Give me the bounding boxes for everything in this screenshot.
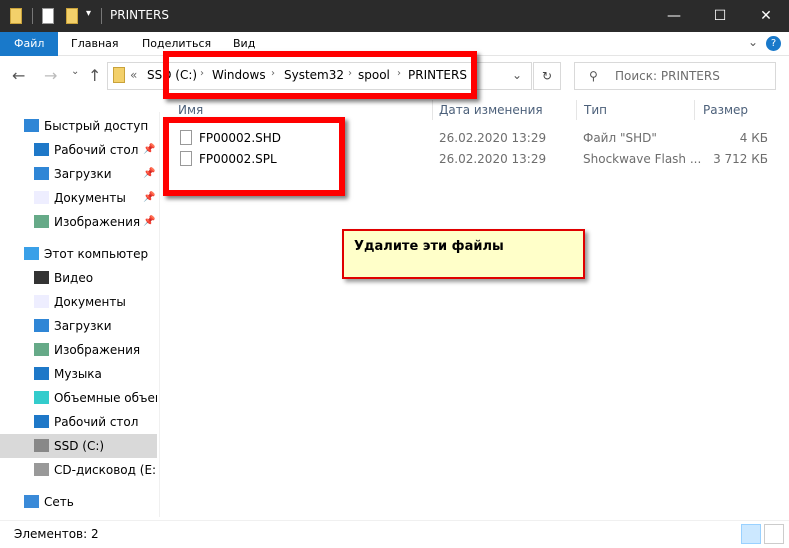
sidebar-item-label: CD-дисковод (E:) <box>54 463 157 477</box>
tab-home[interactable]: Главная <box>57 32 133 56</box>
divider <box>32 8 33 24</box>
sidebar-item-label: Загрузки <box>54 319 112 333</box>
documents-icon <box>34 295 49 308</box>
folder-icon <box>113 67 125 83</box>
sidebar-item[interactable]: Изображения 📌 <box>0 210 157 234</box>
documents-icon <box>34 191 49 204</box>
column-header-date[interactable]: Дата изменения <box>439 100 543 120</box>
sidebar-item[interactable]: Объемные объекты <box>0 386 157 410</box>
pin-icon: 📌 <box>143 216 156 227</box>
file-date: 26.02.2020 13:29 <box>439 131 547 145</box>
sidebar-item[interactable]: SSD (C:) <box>0 434 157 458</box>
sidebar-item-label: Объемные объекты <box>54 391 157 405</box>
sidebar-item[interactable]: Сеть <box>0 490 157 514</box>
annotation-note: Удалите эти файлы <box>342 229 585 279</box>
refresh-button[interactable]: ↻ <box>533 62 561 90</box>
sidebar-item-label: Рабочий стол <box>54 143 139 157</box>
column-header-size[interactable]: Размер <box>703 100 748 120</box>
back-icon[interactable]: ← <box>12 66 25 85</box>
cd-drive-icon <box>34 463 49 476</box>
file-type: Shockwave Flash ... <box>583 152 702 166</box>
music-icon <box>34 367 49 380</box>
downloads-icon <box>34 167 49 180</box>
desktop-icon <box>34 415 49 428</box>
maximize-button[interactable]: ☐ <box>697 0 743 32</box>
divider <box>576 100 577 120</box>
sidebar-item-label: Этот компьютер <box>44 247 149 261</box>
downloads-icon <box>34 319 49 332</box>
sidebar-item-label: Музыка <box>54 367 102 381</box>
close-button[interactable]: ✕ <box>743 0 789 32</box>
star-icon <box>24 119 39 132</box>
sidebar-item[interactable]: Этот компьютер <box>0 242 157 266</box>
recent-dropdown-icon[interactable]: ⌄ <box>71 66 79 77</box>
divider <box>101 8 102 24</box>
sidebar-item[interactable]: Видео <box>0 266 157 290</box>
sidebar-item[interactable]: Загрузки <box>0 314 157 338</box>
sidebar-item-label: Документы <box>54 191 126 205</box>
overflow-crumb[interactable]: « <box>130 68 137 82</box>
sidebar-item[interactable]: Документы <box>0 290 157 314</box>
large-icons-view-button[interactable] <box>764 524 784 544</box>
address-dropdown-icon[interactable]: ⌄ <box>512 68 522 82</box>
up-icon[interactable]: ↑ <box>88 66 101 85</box>
sidebar-item-label: Изображения <box>54 215 141 229</box>
file-size: 3 712 КБ <box>713 152 768 166</box>
pictures-icon <box>34 343 49 356</box>
column-header-type[interactable]: Тип <box>584 100 607 120</box>
window-title: PRINTERS <box>110 8 169 22</box>
video-icon <box>34 271 49 284</box>
pin-icon: 📌 <box>143 144 156 155</box>
customize-toolbar-icon[interactable]: ▾ <box>86 8 91 19</box>
file-date: 26.02.2020 13:29 <box>439 152 547 166</box>
properties-icon[interactable] <box>42 8 54 24</box>
details-view-button[interactable] <box>741 524 761 544</box>
folder-icon <box>10 8 22 24</box>
forward-icon[interactable]: → <box>44 66 57 85</box>
sidebar-item[interactable]: CD-дисковод (E:) <box>0 458 157 482</box>
sidebar-item-label: SSD (C:) <box>54 439 105 453</box>
sidebar-item[interactable]: Рабочий стол <box>0 410 157 434</box>
divider <box>694 100 695 120</box>
title-bar: ▾ PRINTERS — ☐ ✕ <box>0 0 789 32</box>
pin-icon: 📌 <box>143 192 156 203</box>
search-icon: ⚲ <box>589 69 598 83</box>
sidebar-item-label: Быстрый доступ <box>44 119 149 133</box>
sidebar-item[interactable]: Рабочий стол 📌 <box>0 138 157 162</box>
sidebar-item[interactable]: Документы 📌 <box>0 186 157 210</box>
address-highlight <box>163 51 477 99</box>
collapse-ribbon-icon[interactable]: ⌄ <box>748 35 758 49</box>
sidebar-item-label: Загрузки <box>54 167 112 181</box>
search-input[interactable]: ⚲ Поиск: PRINTERS <box>574 62 776 90</box>
pictures-icon <box>34 215 49 228</box>
file-type: Файл "SHD" <box>583 131 657 145</box>
sidebar-item-label: Рабочий стол <box>54 415 139 429</box>
drive-icon <box>34 439 49 452</box>
desktop-icon <box>34 143 49 156</box>
divider <box>432 100 433 120</box>
files-highlight <box>163 117 345 196</box>
new-folder-icon[interactable] <box>66 8 78 24</box>
network-icon <box>24 495 39 508</box>
3d-objects-icon <box>34 391 49 404</box>
help-icon[interactable]: ? <box>766 36 781 51</box>
search-placeholder: Поиск: PRINTERS <box>615 69 720 83</box>
file-size: 4 КБ <box>739 131 768 145</box>
sidebar-item-label: Сеть <box>44 495 74 509</box>
sidebar-item-label: Изображения <box>54 343 141 357</box>
sidebar-item-label: Документы <box>54 295 126 309</box>
sidebar-item-label: Видео <box>54 271 94 285</box>
tab-file[interactable]: Файл <box>0 32 59 56</box>
sidebar-item[interactable]: Изображения <box>0 338 157 362</box>
sidebar-item[interactable]: Загрузки 📌 <box>0 162 157 186</box>
computer-icon <box>24 247 39 260</box>
sidebar-item[interactable]: Быстрый доступ <box>0 114 157 138</box>
minimize-button[interactable]: — <box>651 0 697 32</box>
sidebar-item[interactable]: Музыка <box>0 362 157 386</box>
navigation-pane: Быстрый доступ Рабочий стол 📌 Загрузки 📌 Доку… <box>0 112 160 517</box>
pin-icon: 📌 <box>143 168 156 179</box>
status-bar: Элементов: 2 <box>0 520 789 547</box>
